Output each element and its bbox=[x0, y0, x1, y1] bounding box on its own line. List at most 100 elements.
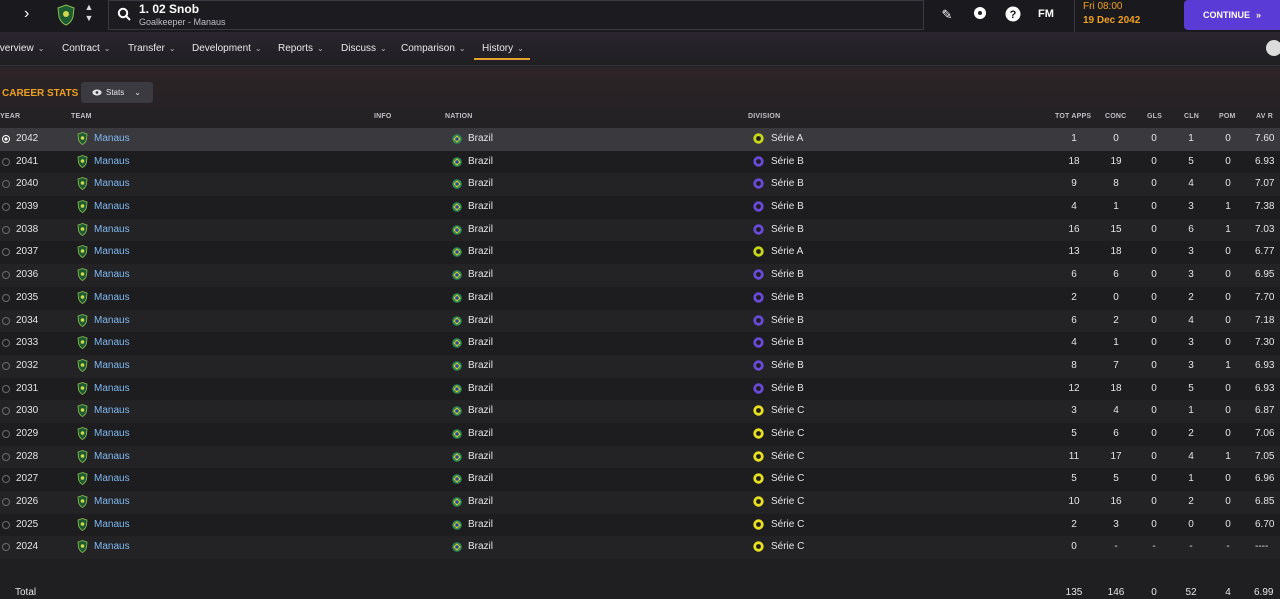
row-division[interactable]: Série B bbox=[771, 292, 804, 303]
table-row[interactable]: 2038 Manaus Brazil Série B 16 15 0 6 1 7.03 bbox=[0, 218, 1280, 242]
col-nation[interactable]: NATION bbox=[445, 113, 473, 120]
table-row[interactable]: 2035 Manaus Brazil Série B 2 0 0 2 0 7.70 bbox=[0, 286, 1280, 310]
tab-overview[interactable]: Overview⌄ bbox=[0, 43, 44, 54]
table-row[interactable]: 2042 Manaus Brazil Série A 1 0 0 1 0 7.60 bbox=[0, 128, 1280, 151]
row-division[interactable]: Série A bbox=[771, 246, 803, 257]
fm-menu-button[interactable]: FM bbox=[1038, 8, 1054, 20]
row-select-radio[interactable] bbox=[2, 384, 10, 393]
row-select-radio[interactable] bbox=[2, 203, 10, 212]
row-team-link[interactable]: Manaus bbox=[94, 133, 130, 144]
row-division[interactable]: Série B bbox=[771, 269, 804, 280]
row-select-radio[interactable] bbox=[2, 543, 10, 552]
row-select-radio[interactable] bbox=[2, 225, 10, 234]
table-row[interactable]: 2037 Manaus Brazil Série A 13 18 0 3 0 6.77 bbox=[0, 241, 1280, 265]
table-row[interactable]: 2034 Manaus Brazil Série B 6 2 0 4 0 7.18 bbox=[0, 309, 1280, 333]
col-info[interactable]: INFO bbox=[374, 113, 392, 120]
avatar[interactable] bbox=[1266, 40, 1280, 56]
row-select-radio[interactable] bbox=[2, 520, 10, 529]
row-division[interactable]: Série C bbox=[771, 541, 804, 552]
row-select-radio[interactable] bbox=[2, 361, 10, 370]
row-division[interactable]: Série B bbox=[771, 178, 804, 189]
row-select-radio[interactable] bbox=[2, 339, 10, 348]
pencil-icon[interactable]: ✎ bbox=[938, 6, 956, 24]
chevron-right-icon[interactable]: › bbox=[24, 6, 40, 22]
table-row[interactable]: 2028 Manaus Brazil Série C 11 17 0 4 1 7.05 bbox=[0, 445, 1280, 469]
row-division[interactable]: Série B bbox=[771, 337, 804, 348]
row-team-link[interactable]: Manaus bbox=[94, 428, 130, 439]
tab-discuss[interactable]: Discuss ⌄ bbox=[341, 43, 387, 54]
table-row[interactable]: 2040 Manaus Brazil Série B 9 8 0 4 0 7.07 bbox=[0, 173, 1280, 197]
row-division[interactable]: Série C bbox=[771, 428, 804, 439]
row-team-link[interactable]: Manaus bbox=[94, 519, 130, 530]
col-gls[interactable]: GLS bbox=[1147, 113, 1162, 120]
table-row[interactable]: 2024 Manaus Brazil Série C 0- - - - ---- bbox=[0, 536, 1280, 560]
row-team-link[interactable]: Manaus bbox=[94, 473, 130, 484]
row-select-radio[interactable] bbox=[2, 157, 10, 166]
table-row[interactable]: 2026 Manaus Brazil Série C 10 16 0 2 0 6.85 bbox=[0, 491, 1280, 514]
stats-view-dropdown[interactable]: Stats ⌄ bbox=[81, 82, 153, 103]
col-pom[interactable]: POM bbox=[1219, 113, 1236, 120]
row-select-radio[interactable] bbox=[2, 429, 10, 438]
help-icon[interactable]: ? bbox=[1004, 6, 1022, 24]
row-team-link[interactable]: Manaus bbox=[94, 496, 130, 507]
continue-button[interactable]: CONTINUE » bbox=[1184, 0, 1280, 30]
row-select-radio[interactable] bbox=[2, 293, 10, 302]
row-team-link[interactable]: Manaus bbox=[94, 337, 130, 348]
col-av-rating[interactable]: AV R bbox=[1256, 113, 1273, 120]
up-down-arrows-icon[interactable]: ▲ ▼ bbox=[84, 2, 94, 24]
row-division[interactable]: Série B bbox=[771, 360, 804, 371]
row-team-link[interactable]: Manaus bbox=[94, 541, 130, 552]
table-row[interactable]: 2025 Manaus Brazil Série C 2 3 0 0 0 6.70 bbox=[0, 513, 1280, 537]
row-select-radio[interactable] bbox=[2, 498, 10, 506]
football-icon[interactable] bbox=[971, 6, 989, 24]
row-team-link[interactable]: Manaus bbox=[94, 451, 130, 462]
row-team-link[interactable]: Manaus bbox=[94, 156, 130, 167]
row-team-link[interactable]: Manaus bbox=[94, 383, 130, 394]
table-row[interactable]: 2033 Manaus Brazil Série B 4 1 0 3 0 7.30 bbox=[0, 332, 1280, 355]
tab-reports[interactable]: Reports ⌄ bbox=[278, 43, 324, 54]
tab-contract[interactable]: Contract ⌄ bbox=[62, 43, 111, 54]
row-team-link[interactable]: Manaus bbox=[94, 292, 130, 303]
tab-transfer[interactable]: Transfer ⌄ bbox=[128, 43, 176, 54]
table-row[interactable]: 2041 Manaus Brazil Série B 18 19 0 5 0 6.93 bbox=[0, 150, 1280, 174]
player-search-box[interactable]: 1. 02 Snob Goalkeeper - Manaus bbox=[108, 0, 924, 30]
row-select-radio[interactable] bbox=[2, 316, 10, 325]
row-select-radio[interactable] bbox=[2, 452, 10, 461]
row-select-radio[interactable] bbox=[2, 407, 10, 416]
row-division[interactable]: Série C bbox=[771, 519, 804, 530]
row-division[interactable]: Série C bbox=[771, 473, 804, 484]
col-cln[interactable]: CLN bbox=[1184, 113, 1199, 120]
col-tot-apps[interactable]: TOT APPS bbox=[1055, 113, 1091, 120]
row-division[interactable]: Série B bbox=[771, 224, 804, 235]
row-team-link[interactable]: Manaus bbox=[94, 315, 130, 326]
row-select-radio[interactable] bbox=[2, 475, 10, 484]
row-division[interactable]: Série C bbox=[771, 451, 804, 462]
table-row[interactable]: 2029 Manaus Brazil Série C 5 6 0 2 0 7.06 bbox=[0, 422, 1280, 446]
col-conc[interactable]: CONC bbox=[1105, 113, 1126, 120]
row-division[interactable]: Série C bbox=[771, 405, 804, 416]
table-row[interactable]: 2027 Manaus Brazil Série C 5 5 0 1 0 6.96 bbox=[0, 468, 1280, 491]
row-select-radio[interactable] bbox=[2, 135, 10, 143]
row-select-radio[interactable] bbox=[2, 271, 10, 280]
row-team-link[interactable]: Manaus bbox=[94, 246, 130, 257]
col-division[interactable]: DIVISION bbox=[748, 113, 780, 120]
row-team-link[interactable]: Manaus bbox=[94, 201, 130, 212]
tab-development[interactable]: Development ⌄ bbox=[192, 43, 262, 54]
tab-comparison[interactable]: Comparison ⌄ bbox=[401, 43, 466, 54]
row-select-radio[interactable] bbox=[2, 180, 10, 189]
row-division[interactable]: Série A bbox=[771, 133, 803, 144]
table-row[interactable]: 2030 Manaus Brazil Série C 3 4 0 1 0 6.87 bbox=[0, 400, 1280, 423]
tab-history[interactable]: History ⌄ bbox=[482, 43, 524, 54]
row-division[interactable]: Série B bbox=[771, 156, 804, 167]
row-team-link[interactable]: Manaus bbox=[94, 224, 130, 235]
table-row[interactable]: 2031 Manaus Brazil Série B 12 18 0 5 0 6.93 bbox=[0, 377, 1280, 401]
col-year[interactable]: YEAR bbox=[0, 113, 20, 120]
row-team-link[interactable]: Manaus bbox=[94, 178, 130, 189]
row-division[interactable]: Série C bbox=[771, 496, 804, 507]
col-team[interactable]: TEAM bbox=[71, 113, 92, 120]
row-team-link[interactable]: Manaus bbox=[94, 269, 130, 280]
table-row[interactable]: 2032 Manaus Brazil Série B 8 7 0 3 1 6.93 bbox=[0, 354, 1280, 378]
row-division[interactable]: Série B bbox=[771, 383, 804, 394]
row-select-radio[interactable] bbox=[2, 248, 10, 257]
row-team-link[interactable]: Manaus bbox=[94, 405, 130, 416]
